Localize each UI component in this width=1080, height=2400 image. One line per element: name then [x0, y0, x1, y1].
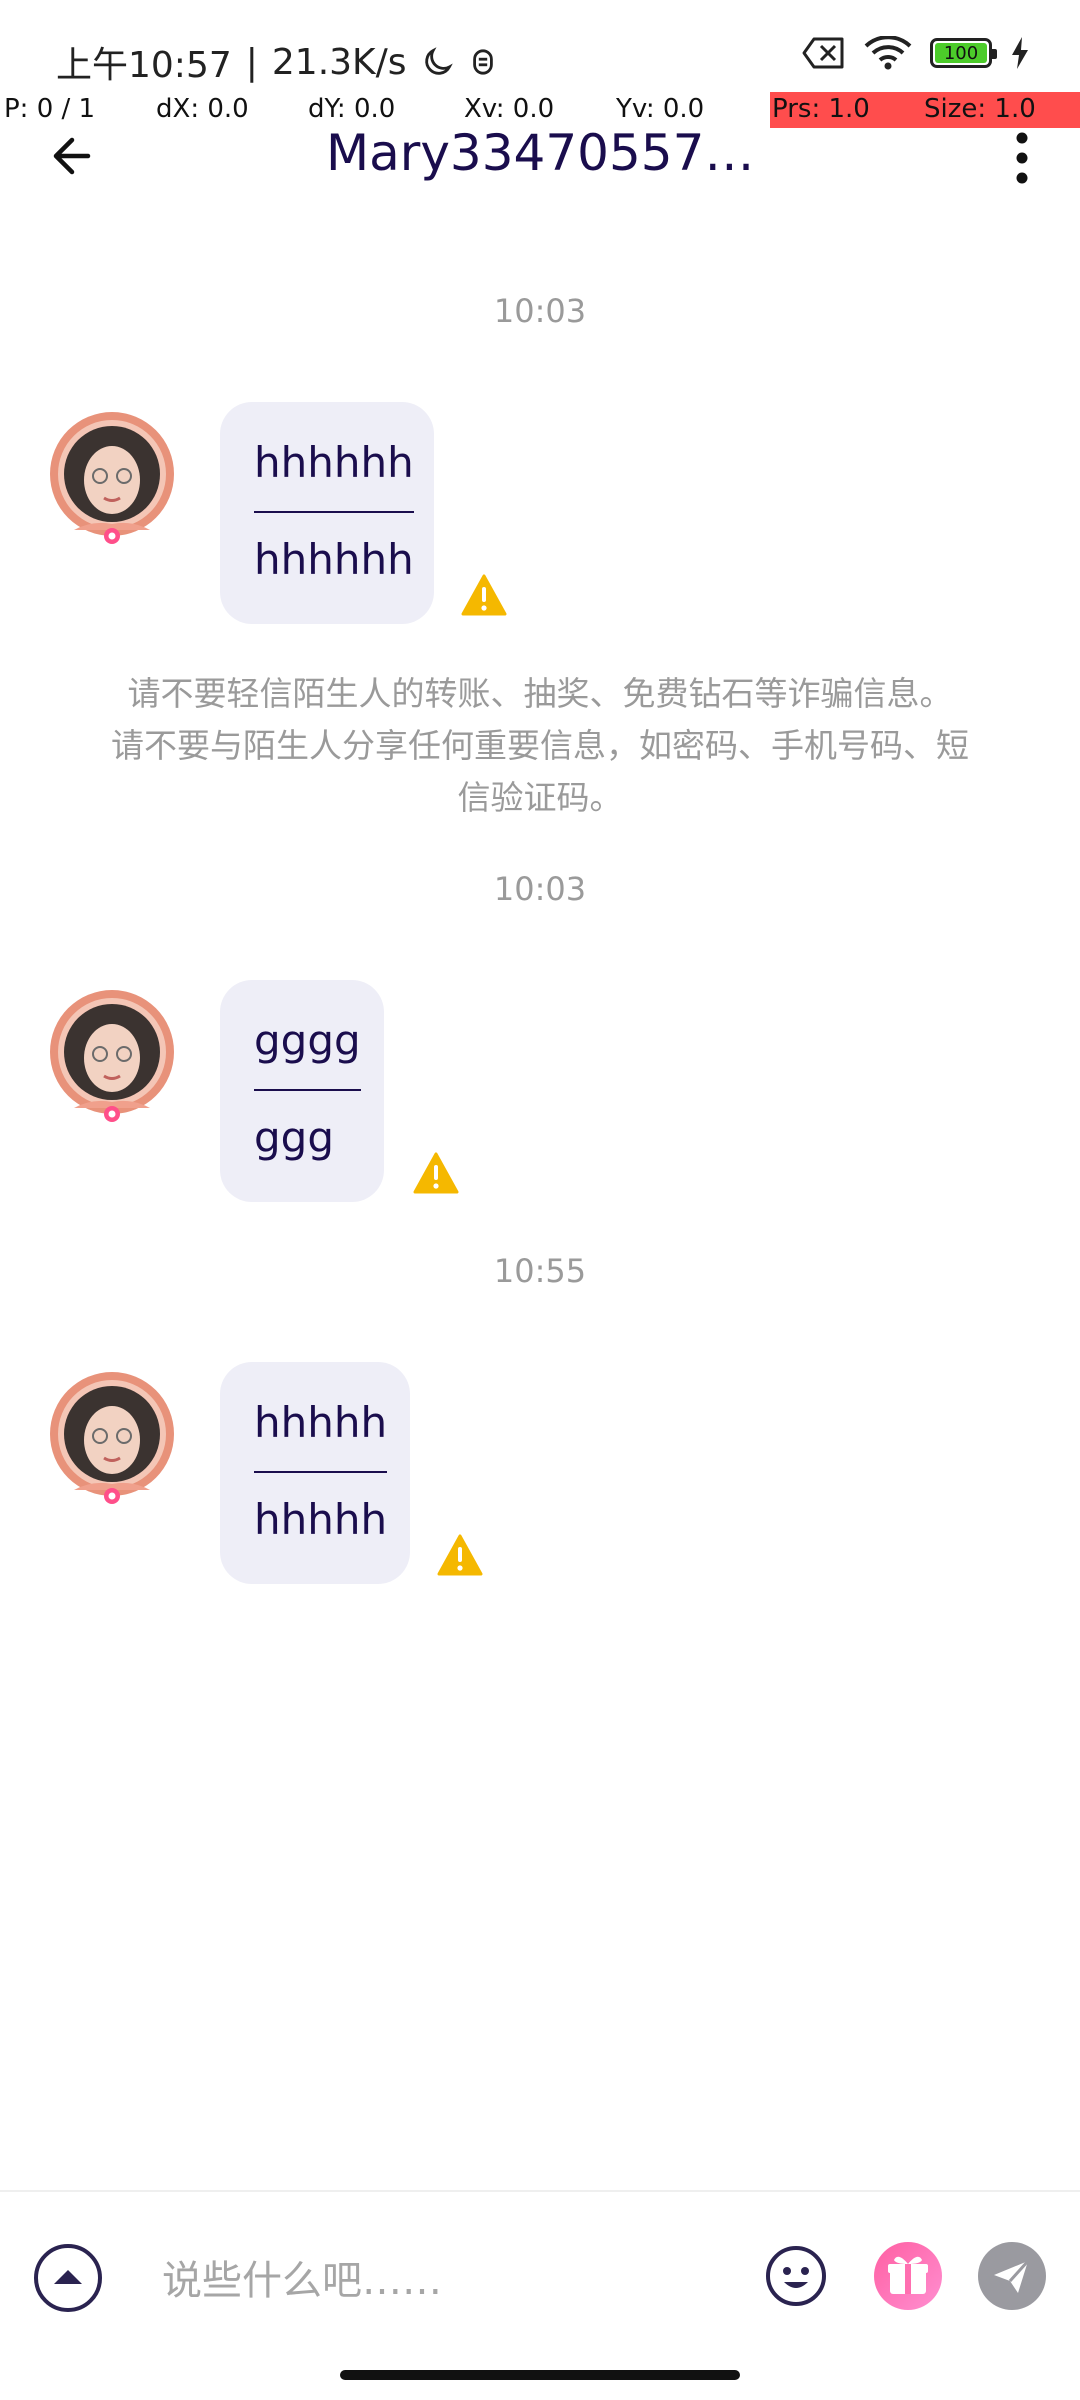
status-left: 上午10:57 | 21.3K/s [56, 36, 497, 88]
status-bar: 上午10:57 | 21.3K/s 100 [0, 0, 1080, 92]
avatar[interactable] [44, 1370, 180, 1506]
message-timestamp: 10:03 [493, 870, 587, 908]
message-text-line1: hhhhhh [254, 438, 414, 513]
chat-title: Mary33470557…… [326, 124, 756, 182]
message-text-line2: ggg [254, 1113, 334, 1162]
more-vertical-icon[interactable] [1000, 128, 1044, 188]
message-bubble[interactable]: gggg ggg [220, 980, 384, 1202]
charging-icon [1012, 37, 1028, 69]
message-text-line1: hhhhh [254, 1398, 388, 1473]
avatar[interactable] [44, 988, 180, 1124]
message-bubble[interactable]: hhhhhh hhhhhh [220, 402, 434, 624]
message-timestamp: 10:03 [493, 292, 587, 330]
message-input[interactable] [160, 2248, 724, 2314]
wifi-icon [864, 36, 912, 70]
send-icon[interactable] [976, 2240, 1048, 2312]
data-off-icon [802, 37, 844, 69]
gift-icon[interactable] [872, 2240, 944, 2312]
chat-header: Mary33470557…… [0, 118, 1080, 198]
battery-level: 100 [935, 43, 987, 64]
status-separator: | [245, 41, 258, 83]
message-bubble[interactable]: hhhhh hhhhh [220, 1362, 410, 1584]
home-indicator[interactable] [340, 2370, 740, 2380]
chevron-up-circle-icon[interactable] [32, 2242, 104, 2314]
status-time: 上午10:57 [56, 45, 232, 86]
safety-notice: 请不要轻信陌生人的转账、抽奖、免费钻石等诈骗信息。 请不要与陌生人分享任何重要信… [111, 674, 969, 817]
warning-icon[interactable] [413, 1152, 459, 1194]
avatar[interactable] [44, 410, 180, 546]
status-right: 100 [802, 36, 1030, 70]
message-text-line2: hhhhh [254, 1495, 388, 1544]
message-timestamp: 10:55 [493, 1252, 587, 1290]
message-text-line1: gggg [254, 1016, 361, 1091]
arrow-left-icon[interactable] [44, 126, 104, 186]
alarm-icon [472, 49, 493, 75]
moon-icon [424, 47, 453, 75]
message-text-line2: hhhhhh [254, 535, 414, 584]
network-speed: 21.3K/s [271, 41, 407, 83]
message-input-bar [0, 2190, 1080, 2362]
battery-icon: 100 [930, 38, 997, 68]
warning-icon[interactable] [437, 1534, 483, 1576]
warning-icon[interactable] [461, 574, 507, 616]
smiley-icon[interactable] [764, 2244, 828, 2308]
